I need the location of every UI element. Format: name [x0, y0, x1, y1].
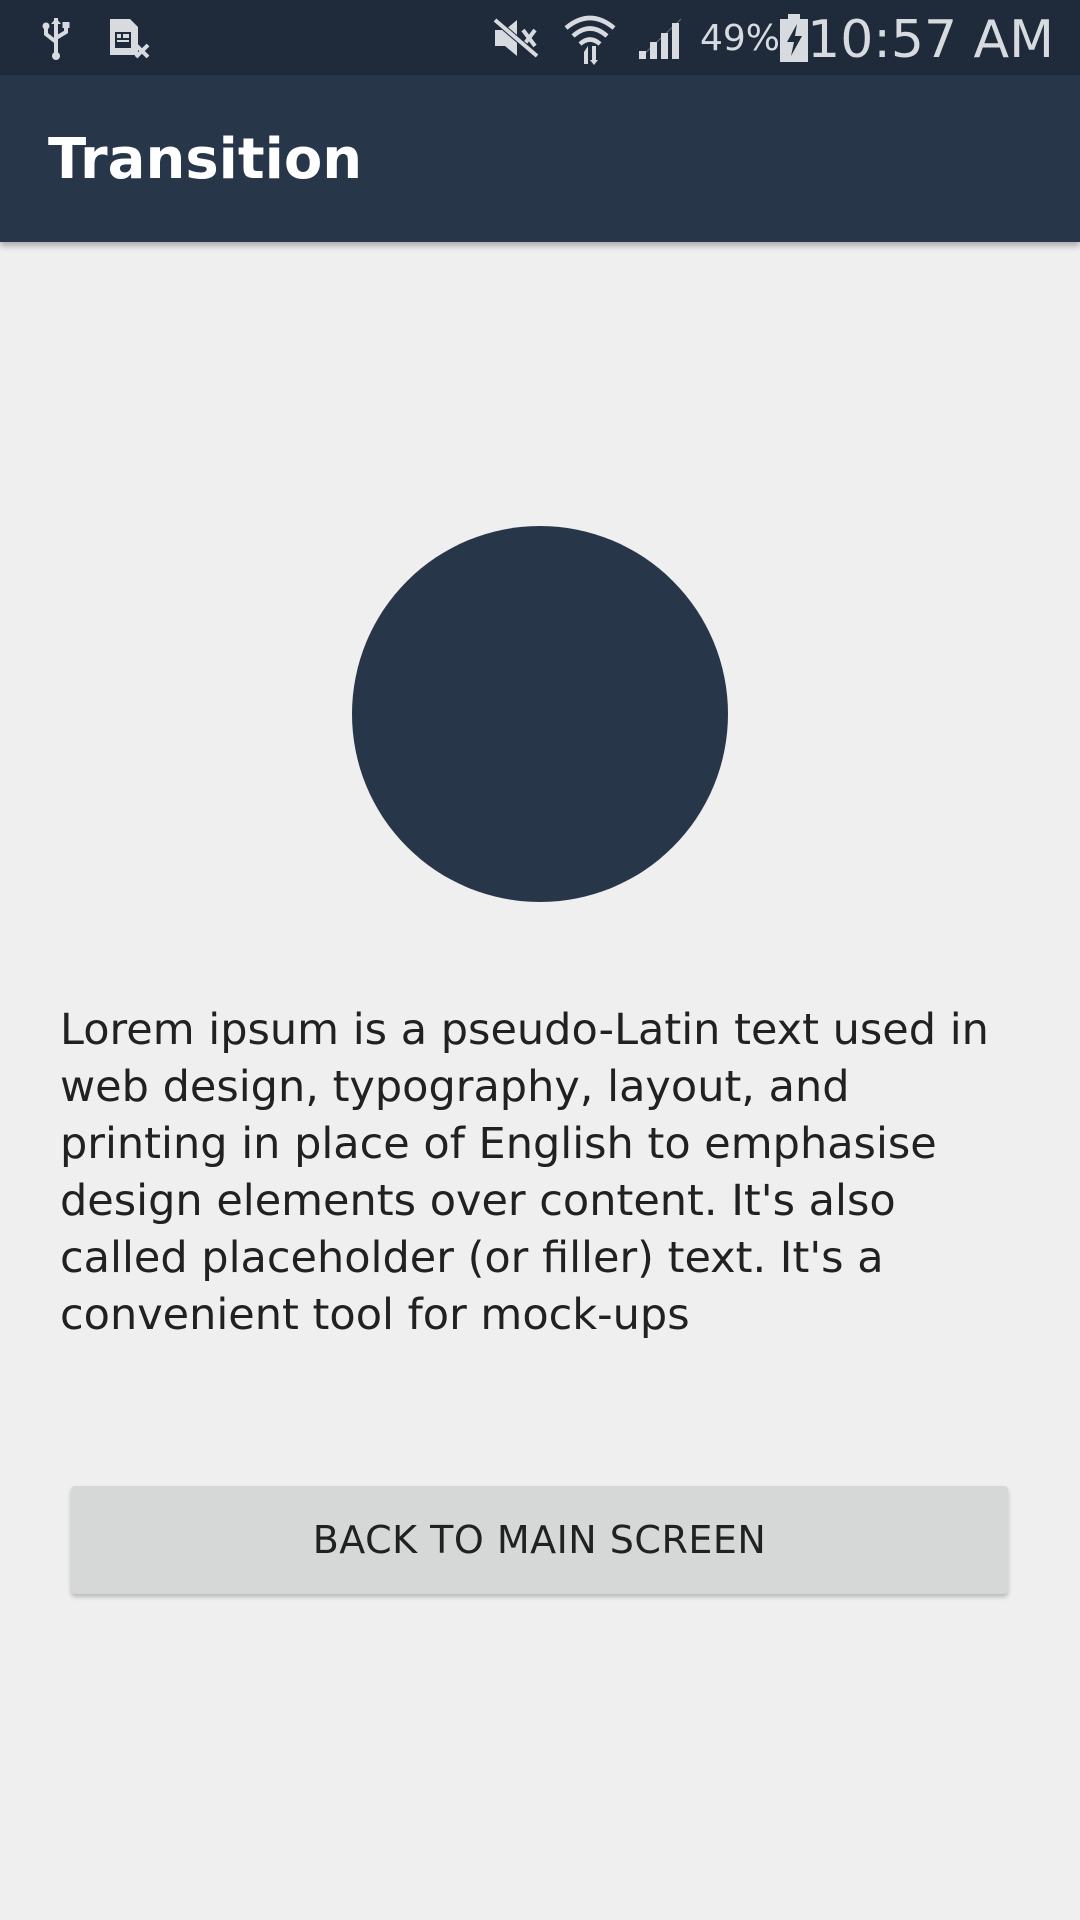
back-to-main-button[interactable]: BACK TO MAIN SCREEN — [71, 1486, 1008, 1594]
transition-circle — [352, 526, 728, 902]
status-bar: 49% 10:57 AM — [0, 0, 1080, 75]
clock: 10:57 AM — [807, 10, 1054, 70]
main-content: Lorem ipsum is a pseudo-Latin text used … — [0, 242, 1080, 1920]
app-bar: Transition — [0, 75, 1080, 242]
signal-icon — [636, 0, 688, 75]
body-text: Lorem ipsum is a pseudo-Latin text used … — [60, 1005, 989, 1340]
mute-icon — [490, 0, 542, 75]
page-title: Transition — [48, 127, 363, 192]
usb-icon — [36, 0, 76, 75]
sim-card-x-icon — [104, 0, 154, 75]
wifi-icon — [562, 0, 618, 75]
battery-percent: 49% — [700, 18, 781, 59]
